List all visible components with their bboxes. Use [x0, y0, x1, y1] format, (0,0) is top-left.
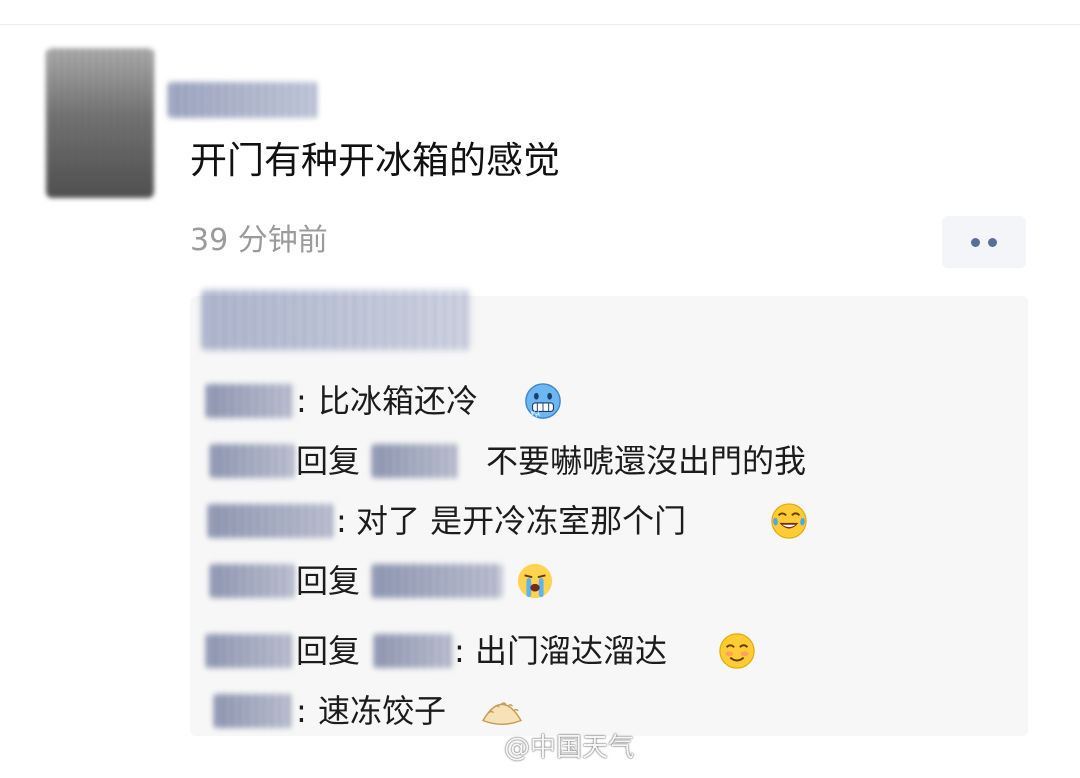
commenter-name-blurred[interactable] [214, 694, 292, 728]
watermark-text: @中国天气 [504, 733, 635, 763]
comment-prefix: : [296, 692, 307, 730]
weibo-watermark: @中国天气 [470, 728, 634, 768]
username-blurred[interactable] [168, 82, 318, 118]
comment-text: 不要嚇唬還沒出門的我 [486, 442, 807, 480]
comment-prefix: : [296, 382, 307, 420]
freezing-face-icon [525, 383, 561, 419]
crying-face-icon [517, 563, 553, 599]
commenter-name-blurred[interactable] [206, 634, 294, 668]
weibo-icon [471, 738, 498, 761]
reply-target-blurred[interactable] [374, 634, 454, 668]
likes-list-blurred[interactable] [202, 290, 472, 350]
comment-item[interactable]: : 比冰箱还冷 [0, 378, 1080, 424]
post-text: 开门有种开冰箱的感觉 [190, 139, 560, 182]
commenter-name-blurred[interactable] [208, 504, 334, 538]
comment-text: : 出门溜达溜达 [454, 632, 667, 670]
more-dot-icon [988, 237, 997, 247]
comment-item[interactable]: 回复 : 出门溜达溜达 [0, 628, 1080, 674]
commenter-name-blurred[interactable] [210, 444, 294, 478]
reply-label: 回复 [296, 632, 361, 670]
reply-target-blurred[interactable] [372, 444, 458, 478]
top-divider [0, 24, 1080, 25]
more-options-button[interactable] [942, 216, 1026, 268]
comment-text: 速冻饺子 [318, 692, 447, 730]
comment-text: 对了 是开冷冻室那个门 [356, 502, 687, 540]
commenter-name-blurred[interactable] [206, 384, 294, 418]
reply-target-blurred[interactable] [372, 564, 502, 598]
more-dot-icon [971, 237, 980, 247]
comment-item[interactable]: : 对了 是开冷冻室那个门 [0, 498, 1080, 544]
reply-label: 回复 [296, 442, 361, 480]
post-timestamp: 39 分钟前 [190, 223, 328, 258]
comment-item[interactable]: 回复 [0, 558, 1080, 604]
dumpling-icon [481, 702, 523, 726]
comment-prefix: : [336, 502, 347, 540]
avatar[interactable] [46, 48, 154, 198]
tears-of-joy-face-icon [771, 503, 807, 539]
comment-text: 比冰箱还冷 [318, 382, 479, 420]
comment-item[interactable]: 回复 不要嚇唬還沒出門的我 [0, 438, 1080, 484]
smiling-face-icon [719, 633, 755, 669]
commenter-name-blurred[interactable] [210, 564, 294, 598]
reply-label: 回复 [296, 562, 361, 600]
